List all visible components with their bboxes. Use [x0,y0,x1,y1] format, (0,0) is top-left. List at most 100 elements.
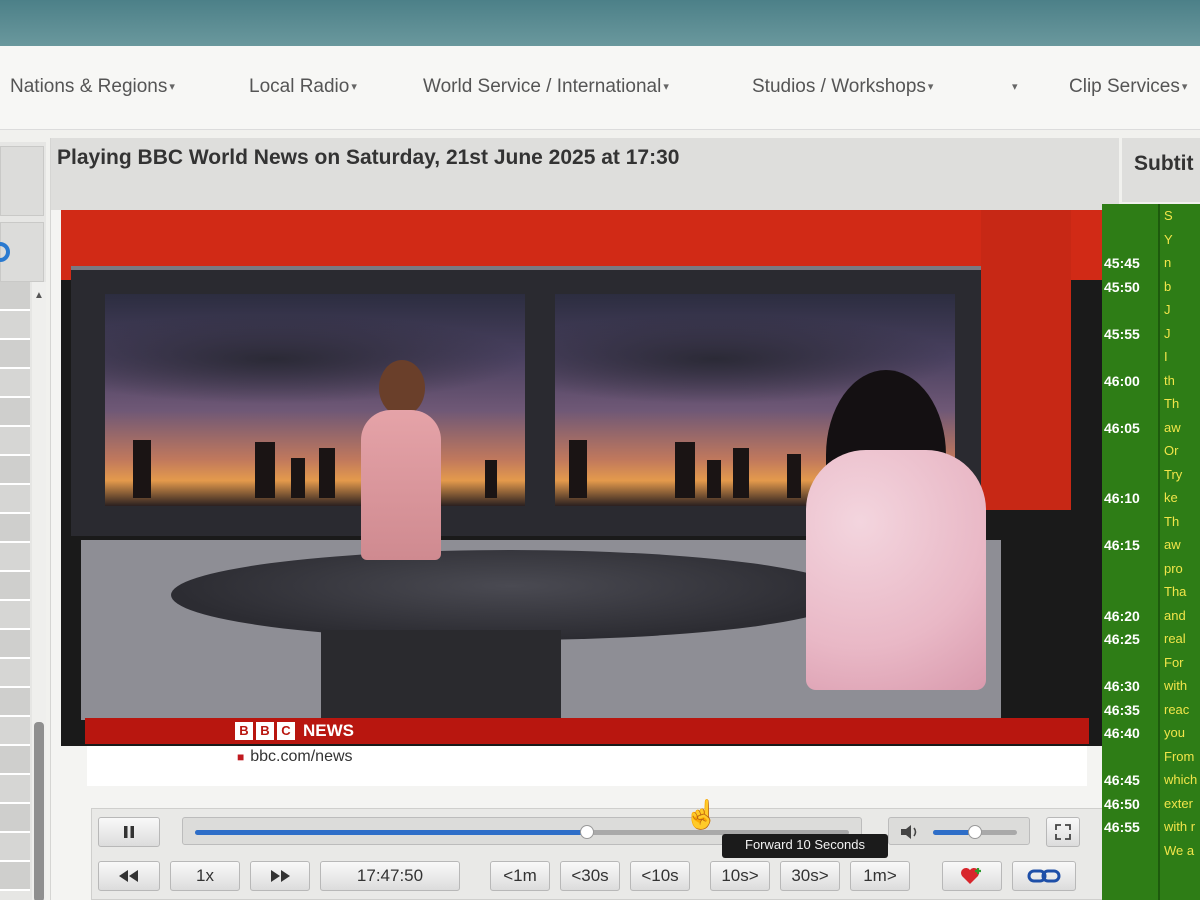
subtitle-text: Tha [1164,584,1187,599]
list-item[interactable] [0,543,30,572]
scrollbar-thumb[interactable] [34,722,44,900]
seek-handle[interactable] [580,825,595,839]
volume-track[interactable] [933,825,1017,839]
pause-icon [124,826,134,838]
nav-clip-services[interactable]: Clip Services ▾ [1069,76,1187,98]
fullscreen-icon [1055,824,1071,840]
subtitle-timestamp[interactable]: 46:15 [1104,537,1140,553]
silhouette [485,460,497,498]
current-time-display: 17:47:50 [320,861,460,891]
subtitle-timestamp[interactable]: 46:20 [1104,608,1140,624]
chevron-down-icon: ▾ [351,81,357,94]
list-item[interactable] [0,630,30,659]
volume-control[interactable] [888,817,1030,845]
subtitle-text: th [1164,372,1175,388]
list-item[interactable] [0,775,30,804]
list-item[interactable] [0,717,30,746]
subtitle-timestamp[interactable]: 45:55 [1104,326,1140,342]
silhouette [787,454,801,498]
forward-1m-button[interactable]: 1m> [850,861,910,891]
heart-plus-icon [961,868,981,884]
copy-link-button[interactable] [1012,861,1076,891]
back-30s-button[interactable]: <30s [560,861,620,891]
pause-button[interactable] [98,817,160,847]
subtitle-timestamp[interactable]: 46:40 [1104,725,1140,741]
mouse-cursor-icon: ☝ [684,799,719,830]
video-frame[interactable]: B B C NEWS [61,210,1115,746]
nav-world-service[interactable]: World Service / International ▾ [423,76,669,98]
subtitle-timestamp[interactable]: 46:35 [1104,702,1140,718]
volume-handle[interactable] [968,825,982,839]
subtitle-text: n [1164,255,1172,270]
speed-button[interactable]: 1x [170,861,240,891]
subtitle-timestamp[interactable]: 46:00 [1104,373,1140,389]
sidebar-tab[interactable] [0,146,44,216]
list-item[interactable] [0,688,30,717]
nav-unlabeled-menu[interactable]: ▾ [1010,76,1018,98]
list-item[interactable] [0,398,30,427]
list-item[interactable] [0,311,30,340]
monitor-bezel [0,0,1200,46]
add-favourite-button[interactable] [942,861,1002,891]
list-item[interactable] [0,746,30,775]
page-title: Playing BBC World News on Saturday, 21st… [57,146,680,169]
nav-local-radio[interactable]: Local Radio ▾ [249,76,357,98]
subtitle-text: real [1164,631,1186,646]
subtitle-text: pro [1164,560,1183,576]
nav-studios-workshops[interactable]: Studios / Workshops ▾ [752,76,933,98]
subtitle-timestamp[interactable]: 46:10 [1104,490,1140,506]
fullscreen-button[interactable] [1046,817,1080,847]
subtitle-text: Th [1164,513,1180,529]
nav-label: Nations & Regions [10,76,168,97]
player-title-bar: Playing BBC World News on Saturday, 21st… [51,138,1119,210]
subtitles-panel[interactable]: S Y 45:45 n 45:50 b J 45:55 J I 46:00 th Th 46:05 aw Or… [1102,204,1200,900]
list-item[interactable] [0,485,30,514]
forward-10s-button[interactable]: 10s> [710,861,770,891]
list-item[interactable] [0,369,30,398]
list-item[interactable] [0,804,30,833]
subtitle-timestamp[interactable]: 46:50 [1104,796,1140,812]
subtitle-timestamp[interactable]: 45:50 [1104,279,1140,295]
rewind-button[interactable] [98,861,160,891]
subtitle-timestamp[interactable]: 46:25 [1104,631,1140,647]
list-item[interactable] [0,572,30,601]
subtitle-text: reac [1164,701,1190,717]
forward-30s-button[interactable]: 30s> [780,861,840,891]
channel-url: ■ bbc.com/news [237,748,353,765]
subtitle-text: J [1164,325,1171,341]
subtitle-timestamp[interactable]: 45:45 [1104,255,1140,271]
list-item[interactable] [0,427,30,456]
list-item[interactable] [0,659,30,688]
chevron-down-icon: ▾ [1012,81,1018,94]
list-item[interactable] [0,514,30,543]
list-item[interactable] [0,862,30,891]
scroll-up-icon[interactable]: ▲ [32,290,46,301]
list-item[interactable] [0,833,30,862]
subtitle-timestamp[interactable]: 46:05 [1104,420,1140,436]
speaker-icon[interactable] [899,823,921,841]
subtitle-text: I [1164,349,1168,364]
subtitle-text: which [1164,772,1198,787]
list-item[interactable] [0,456,30,485]
subtitle-text: For [1164,654,1184,670]
list-item[interactable] [0,282,30,311]
nav-nations-regions[interactable]: Nations & Regions ▾ [10,76,175,98]
rewind-icon [119,870,138,882]
back-1m-button[interactable]: <1m [490,861,550,891]
list-item[interactable] [0,601,30,630]
subtitle-text: exter [1164,795,1193,811]
sidebar-scrollbar[interactable]: ▲ [32,282,46,900]
subtitle-timestamp[interactable]: 46:30 [1104,678,1140,694]
news-anchor [806,450,986,690]
subtitle-text: We a [1164,842,1195,858]
back-10s-button[interactable]: <10s [630,861,690,891]
subtitle-text: b [1164,278,1172,294]
browser-screen: Nations & Regions ▾ Local Radio ▾ World Se… [0,46,1200,900]
silhouette [319,448,335,498]
list-item[interactable] [0,340,30,369]
subtitle-timestamp[interactable]: 46:55 [1104,819,1140,835]
subtitles-header: Subtit [1122,138,1200,202]
fast-forward-button[interactable] [250,861,310,891]
subtitle-timestamp[interactable]: 46:45 [1104,772,1140,788]
studio-backdrop [981,210,1071,510]
